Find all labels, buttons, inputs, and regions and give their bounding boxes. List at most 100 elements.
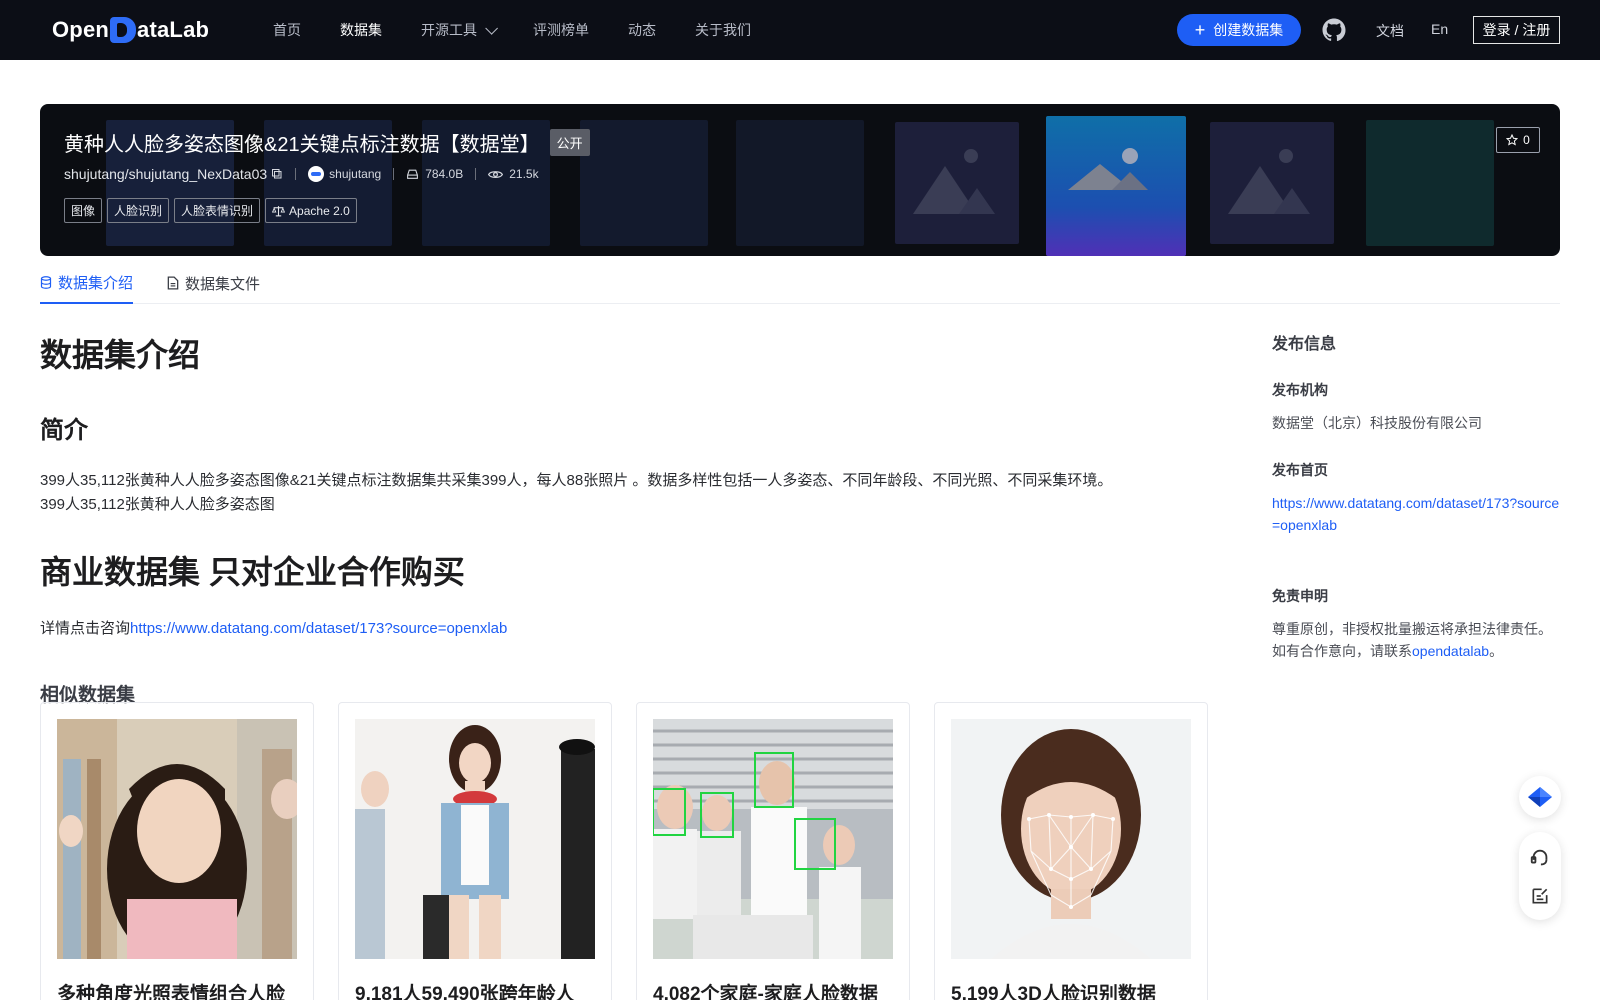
logo-text-open: Open — [52, 17, 110, 42]
similar-dataset-card[interactable]: 多种角度光照表情组合人脸 — [40, 702, 314, 1000]
create-dataset-button[interactable]: + 创建数据集 — [1177, 14, 1301, 46]
homepage-link[interactable]: https://www.datatang.com/dataset/173?sou… — [1272, 492, 1562, 536]
image-placeholder-icon — [1068, 148, 1148, 190]
opendatalab-logo[interactable]: Open ataLab — [52, 16, 209, 44]
publish-info-sidebar: 发布信息 发布机构 数据堂（北京）科技股份有限公司 发布首页 https://w… — [1272, 330, 1562, 662]
disclaimer-line-2: 如有合作意向，请联系opendatalab。 — [1272, 640, 1562, 662]
image-placeholder-icon — [913, 149, 995, 214]
customer-service-icon[interactable] — [1529, 847, 1551, 869]
disclaimer-text: 尊重原创，非授权批量搬运将承担法律责任。 如有合作意向，请联系opendatal… — [1272, 618, 1562, 662]
disclaimer-line-1: 尊重原创，非授权批量搬运将承担法律责任。 — [1272, 621, 1552, 637]
language-switch[interactable]: En — [1431, 21, 1448, 37]
tab-dataset-intro-label: 数据集介绍 — [58, 274, 134, 292]
login-register-button[interactable]: 登录 / 注册 — [1473, 16, 1560, 44]
feedback-icon[interactable] — [1530, 886, 1550, 906]
logo-text-datalab: ataLab — [137, 17, 210, 42]
image-placeholder-icon — [1228, 149, 1310, 214]
star-button[interactable]: 0 — [1496, 127, 1540, 153]
card-title: 4,082个家庭-家庭人脸数据 — [653, 984, 878, 1000]
chevron-down-icon — [485, 21, 498, 35]
size-value: 784.0B — [425, 167, 464, 181]
tag-face-recognition[interactable]: 人脸识别 — [107, 198, 170, 223]
nav-home[interactable]: 首页 — [273, 20, 301, 40]
summary-line-2: 399人35,112张黄种人人脸多姿态图 — [40, 496, 275, 513]
top-navbar: Open ataLab 首页 数据集 开源工具 评测榜单 动态 关于我们 + 创… — [0, 0, 1600, 60]
github-icon[interactable] — [1322, 18, 1346, 42]
homepage-label: 发布首页 — [1272, 462, 1328, 478]
contact-link[interactable]: opendatalab — [1412, 643, 1489, 659]
dataset-tags: 图像 人脸识别 人脸表情识别 Apache 2.0 — [64, 198, 357, 223]
face-photo-image — [57, 719, 297, 959]
card-thumbnail — [355, 719, 595, 959]
meta-divider — [475, 168, 477, 180]
banner-thumb — [736, 120, 864, 246]
dataset-meta-row: shujutang/shujutang_NexData03 shujutang … — [64, 166, 539, 182]
card-title: 多种角度光照表情组合人脸 — [57, 984, 286, 1000]
nav-datasets[interactable]: 数据集 — [340, 20, 382, 40]
avatar — [308, 166, 325, 182]
disclaimer-suffix: 。 — [1489, 643, 1504, 659]
tag-license[interactable]: Apache 2.0 — [265, 198, 357, 223]
float-tools — [1519, 832, 1561, 920]
org-label: 发布机构 — [1272, 382, 1328, 398]
star-icon — [1506, 134, 1519, 146]
similar-dataset-card[interactable]: 4,082个家庭-家庭人脸数据 — [636, 702, 910, 1000]
similar-dataset-card[interactable]: 9,181人59,490张跨年龄人 — [338, 702, 612, 1000]
dataset-size: 784.0B — [406, 167, 463, 181]
consult-prefix: 详情点击咨询 — [40, 620, 131, 637]
diamond-app-icon — [1528, 787, 1552, 807]
create-dataset-label: 创建数据集 — [1213, 22, 1284, 38]
tag-image[interactable]: 图像 — [64, 198, 103, 223]
plus-icon: + — [1194, 20, 1206, 40]
meta-divider — [295, 168, 297, 180]
logo-d-mark-icon — [110, 17, 137, 43]
nav-leaderboard[interactable]: 评测榜单 — [533, 20, 589, 40]
nav-about[interactable]: 关于我们 — [695, 20, 751, 40]
summary-paragraph: 399人35,112张黄种人人脸多姿态图像&21关键点标注数据集共采集399人，… — [40, 469, 1230, 517]
dataset-tabs: 数据集介绍 数据集文件 — [40, 262, 1560, 304]
owner-name: shujutang — [329, 167, 382, 181]
similar-dataset-card[interactable]: 5,199人3D人脸识别数据 — [934, 702, 1208, 1000]
copy-icon[interactable] — [271, 168, 283, 180]
nav-open-tools-label: 开源工具 — [421, 22, 477, 38]
banner-thumb-image-placeholder — [1210, 122, 1334, 244]
similar-datasets-list: 多种角度光照表情组合人脸 9,181人59,490张跨年龄人 4,082个家庭-… — [40, 702, 1208, 1000]
file-icon — [167, 276, 179, 290]
database-icon — [40, 275, 52, 289]
license-name: Apache 2.0 — [289, 203, 350, 218]
view-count: 21.5k — [488, 167, 539, 181]
tab-dataset-files[interactable]: 数据集文件 — [167, 262, 260, 304]
person-photo-image — [355, 719, 595, 959]
docs-link[interactable]: 文档 — [1376, 21, 1404, 41]
banner-thumb-image-placeholder — [1046, 116, 1186, 256]
section-heading-intro: 数据集介绍 — [40, 337, 201, 373]
nav-links: 首页 数据集 开源工具 评测榜单 动态 关于我们 — [273, 0, 790, 60]
commercial-heading: 商业数据集 只对企业合作购买 — [40, 554, 465, 590]
visibility-badge: 公开 — [549, 129, 590, 156]
org-value: 数据堂（北京）科技股份有限公司 — [1272, 415, 1482, 431]
star-count: 0 — [1523, 133, 1530, 147]
banner-thumb — [1366, 120, 1494, 246]
card-thumbnail — [653, 719, 893, 959]
summary-line-1: 399人35,112张黄种人人脸多姿态图像&21关键点标注数据集共采集399人，… — [40, 472, 1113, 489]
tab-dataset-intro[interactable]: 数据集介绍 — [40, 262, 134, 304]
tag-face-expression[interactable]: 人脸表情识别 — [174, 198, 261, 223]
float-app-button[interactable] — [1519, 776, 1561, 818]
views-value: 21.5k — [509, 167, 539, 181]
owner[interactable]: shujutang — [308, 166, 381, 182]
consult-link[interactable]: https://www.datatang.com/dataset/173?sou… — [130, 620, 507, 637]
disclaimer-label: 免责申明 — [1272, 588, 1328, 604]
eye-icon — [488, 170, 504, 178]
dataset-title: 黄种人人脸多姿态图像&21关键点标注数据【数据堂】 — [64, 134, 540, 156]
card-title: 5,199人3D人脸识别数据 — [951, 984, 1156, 1000]
storage-icon — [407, 169, 419, 179]
dataset-title-row: 黄种人人脸多姿态图像&21关键点标注数据【数据堂】 公开 — [64, 128, 590, 157]
scale-icon — [272, 205, 286, 216]
section-heading-summary: 简介 — [40, 417, 88, 444]
nav-news[interactable]: 动态 — [628, 20, 656, 40]
card-title: 9,181人59,490张跨年龄人 — [355, 984, 575, 1000]
repo-path: shujutang/shujutang_NexData03 — [64, 166, 268, 182]
3d-face-photo-image — [951, 719, 1191, 959]
nav-open-tools[interactable]: 开源工具 — [421, 20, 498, 40]
banner-thumb-image-placeholder — [895, 122, 1019, 244]
